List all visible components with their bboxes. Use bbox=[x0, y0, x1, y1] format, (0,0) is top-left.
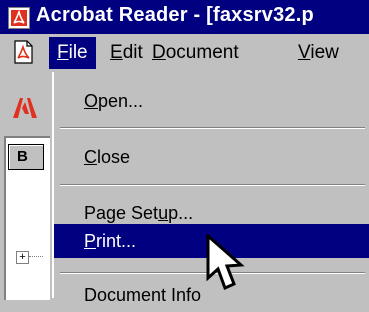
menu-item-print-post: rint... bbox=[96, 231, 137, 251]
menu-bar: File Edit Document View bbox=[0, 34, 369, 72]
menu-document-label: ocument bbox=[165, 42, 239, 63]
menu-item-open-mnemonic: O bbox=[84, 91, 99, 111]
arrow-cursor-icon bbox=[204, 232, 252, 294]
menu-view[interactable]: View bbox=[298, 37, 339, 69]
title-bar: Acrobat Reader - [faxsrv32.p bbox=[0, 0, 369, 34]
menu-document[interactable]: Document bbox=[152, 37, 239, 69]
menu-item-close[interactable]: Close bbox=[54, 140, 369, 174]
tree-expand-icon[interactable]: + bbox=[16, 251, 29, 264]
menu-item-open-post: pen... bbox=[98, 91, 144, 111]
menu-separator bbox=[60, 184, 365, 186]
pdf-document-icon[interactable] bbox=[10, 39, 36, 65]
menu-file-mnemonic: F bbox=[57, 42, 69, 63]
menu-document-mnemonic: D bbox=[152, 42, 166, 63]
menu-item-page-setup-post: p... bbox=[168, 203, 194, 223]
menu-item-page-setup-pre: Page Set bbox=[84, 203, 159, 223]
menu-item-page-setup-mnemonic: u bbox=[158, 203, 169, 223]
tree-connector bbox=[29, 256, 43, 257]
menu-view-label: iew bbox=[310, 42, 339, 63]
menu-view-mnemonic: V bbox=[298, 42, 311, 63]
menu-edit-label: dit bbox=[122, 42, 143, 63]
window-title: Acrobat Reader - [faxsrv32.p bbox=[36, 4, 314, 26]
acrobat-app-icon[interactable] bbox=[8, 7, 30, 29]
bookmarks-tab[interactable]: B bbox=[8, 144, 44, 170]
acrobat-app-icon-fill bbox=[11, 9, 27, 26]
menu-item-close-mnemonic: C bbox=[84, 147, 97, 167]
menu-item-close-post: lose bbox=[97, 147, 131, 167]
menu-item-open[interactable]: Open... bbox=[54, 84, 369, 118]
menu-separator bbox=[60, 127, 365, 129]
menu-edit-mnemonic: E bbox=[110, 42, 123, 63]
menu-item-print-mnemonic: P bbox=[84, 231, 97, 251]
adobe-logo-icon bbox=[11, 96, 39, 120]
menu-item-document-info-pre: Document Info bbox=[84, 285, 202, 305]
menu-file[interactable]: File bbox=[49, 37, 96, 69]
menu-edit[interactable]: Edit bbox=[110, 37, 143, 69]
menu-file-label: ile bbox=[68, 42, 88, 63]
